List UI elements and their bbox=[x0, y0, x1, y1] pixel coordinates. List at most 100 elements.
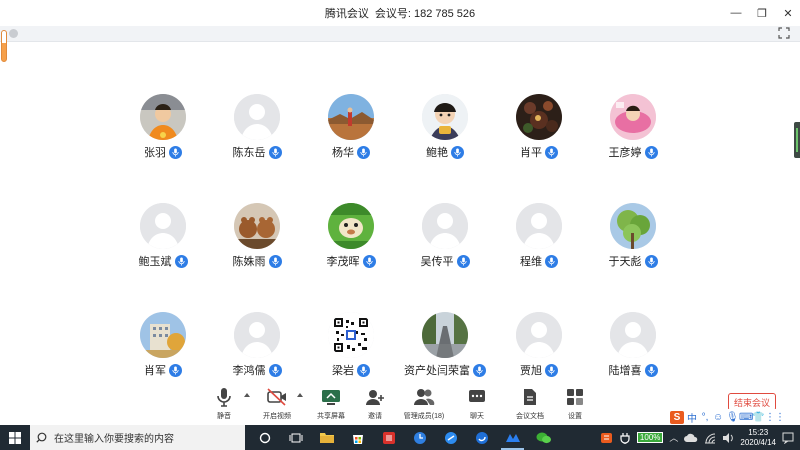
ime-toolbar: S 中 °, ☺ 🎙 ⌨ 👕 ⋮⋮ bbox=[668, 409, 800, 425]
app-name: 腾讯会议 bbox=[324, 8, 369, 20]
participant-tile[interactable]: 陈东岳 bbox=[210, 94, 304, 159]
show-hidden-icons-icon[interactable]: ︿ bbox=[669, 431, 678, 444]
participant-tile[interactable]: 王彦婷 bbox=[586, 94, 680, 159]
tencent-meeting-taskbar-icon[interactable] bbox=[497, 425, 528, 450]
cloud-icon[interactable] bbox=[684, 433, 698, 443]
document-icon bbox=[519, 386, 541, 408]
fullscreen-icon[interactable] bbox=[778, 27, 790, 39]
windows-logo-icon bbox=[9, 431, 21, 444]
chat-icon bbox=[466, 386, 488, 408]
participant-tile[interactable]: 肖平 bbox=[492, 94, 586, 159]
clock-app-icon[interactable] bbox=[404, 425, 435, 450]
speaker-icon[interactable] bbox=[722, 432, 734, 444]
participant-tile[interactable]: 贾旭 bbox=[492, 312, 586, 377]
avatar bbox=[328, 203, 374, 249]
microphone-icon bbox=[268, 363, 282, 377]
manage-members-button[interactable]: 管理成员(18) bbox=[394, 386, 454, 421]
volume-level-indicator bbox=[1, 30, 7, 62]
restore-button[interactable]: ❐ bbox=[756, 7, 768, 20]
network-icon[interactable] bbox=[704, 432, 716, 444]
participant-tile[interactable]: 于天彪 bbox=[586, 203, 680, 268]
chat-button[interactable]: 聊天 bbox=[447, 386, 507, 421]
ime-language[interactable]: 中 bbox=[687, 410, 697, 425]
minimize-button[interactable]: — bbox=[730, 7, 742, 19]
participant-name: 梁岩 bbox=[332, 365, 354, 377]
participant-name: 吴传平 bbox=[420, 256, 454, 268]
avatar bbox=[516, 312, 562, 358]
microphone-icon bbox=[545, 254, 558, 268]
microphone-icon bbox=[644, 254, 658, 268]
toolbox-icon[interactable]: ⋮⋮ bbox=[765, 412, 785, 423]
participant-tile[interactable]: 程维 bbox=[492, 203, 586, 268]
avatar bbox=[140, 312, 186, 358]
participant-name: 陈姝雨 bbox=[232, 256, 266, 268]
participant-tile[interactable]: 陈姝雨 bbox=[210, 203, 304, 268]
start-button[interactable] bbox=[0, 425, 30, 450]
participant-name: 于天彪 bbox=[608, 256, 642, 268]
participant-tile[interactable]: 资产处闫荣富 bbox=[398, 312, 492, 377]
participant-tile[interactable]: 李茂晖 bbox=[304, 203, 398, 268]
task-view-icon[interactable] bbox=[280, 425, 311, 450]
battery-indicator[interactable]: 100% bbox=[636, 432, 664, 443]
participant-tile[interactable]: 张羽 bbox=[116, 94, 210, 159]
search-placeholder: 在这里输入你要搜索的内容 bbox=[54, 434, 174, 445]
avatar bbox=[610, 203, 656, 249]
participant-name: 张羽 bbox=[144, 147, 166, 159]
search-icon bbox=[36, 432, 47, 443]
sub-toolbar bbox=[0, 26, 800, 42]
participant-tile[interactable]: 杨华 bbox=[304, 94, 398, 159]
sogou-icon[interactable]: S bbox=[670, 410, 684, 424]
browser-icon[interactable] bbox=[466, 425, 497, 450]
microphone-icon bbox=[213, 386, 235, 408]
participant-tile[interactable]: 李鸿儒 bbox=[210, 312, 304, 377]
settings-label: 设置 bbox=[568, 413, 582, 420]
members-icon bbox=[413, 386, 435, 408]
participant-tile[interactable]: 梁岩 bbox=[304, 312, 398, 377]
emoji-icon[interactable]: ☺ bbox=[713, 412, 723, 423]
participant-tile[interactable]: 鲍艳 bbox=[398, 94, 492, 159]
participant-name: 肖军 bbox=[144, 365, 166, 377]
keyboard-icon[interactable]: ⌨ bbox=[739, 412, 753, 423]
participant-tile[interactable]: 吴传平 bbox=[398, 203, 492, 268]
punctuation-icon[interactable]: °, bbox=[700, 412, 710, 423]
microphone-icon bbox=[451, 145, 464, 159]
status-dot-icon bbox=[9, 29, 18, 38]
mute-button[interactable]: 静音 bbox=[194, 386, 254, 421]
close-button[interactable]: ✕ bbox=[782, 7, 794, 20]
notification-icon[interactable] bbox=[782, 432, 794, 444]
file-explorer-icon[interactable] bbox=[311, 425, 342, 450]
store-icon[interactable] bbox=[342, 425, 373, 450]
participant-name: 杨华 bbox=[332, 147, 354, 159]
microphone-icon bbox=[473, 363, 486, 377]
windows-taskbar: 在这里输入你要搜索的内容 100% ︿ 15:23 2020/4/14 bbox=[0, 425, 800, 450]
microphone-icon bbox=[545, 145, 558, 159]
cortana-icon[interactable] bbox=[249, 425, 280, 450]
sogou-tray-icon[interactable] bbox=[600, 432, 613, 444]
avatar bbox=[516, 203, 562, 249]
skin-icon[interactable]: 👕 bbox=[752, 412, 764, 423]
video-button[interactable]: 开启视频 bbox=[247, 386, 307, 421]
red-app-icon[interactable] bbox=[373, 425, 404, 450]
avatar bbox=[422, 312, 468, 358]
taskbar-search[interactable]: 在这里输入你要搜索的内容 bbox=[30, 425, 245, 450]
wechat-icon[interactable] bbox=[528, 425, 559, 450]
microphone-icon bbox=[169, 145, 182, 159]
power-plug-icon[interactable] bbox=[619, 432, 631, 444]
participant-tile[interactable]: 陆增喜 bbox=[586, 312, 680, 377]
side-panel-handle[interactable] bbox=[794, 122, 800, 158]
avatar bbox=[610, 312, 656, 358]
system-clock[interactable]: 15:23 2020/4/14 bbox=[740, 428, 776, 448]
settings-button[interactable]: 设置 bbox=[545, 386, 605, 421]
avatar bbox=[234, 94, 280, 140]
microphone-icon bbox=[644, 363, 658, 377]
participant-tile[interactable]: 肖军 bbox=[116, 312, 210, 377]
meeting-label: 会议号: bbox=[374, 8, 411, 20]
participant-tile[interactable]: 鲍玉斌 bbox=[116, 203, 210, 268]
microphone-icon bbox=[545, 363, 558, 377]
avatar bbox=[422, 203, 468, 249]
meeting-id: 182 785 526 bbox=[413, 8, 476, 20]
participant-name: 李茂晖 bbox=[326, 256, 360, 268]
feishu-icon[interactable] bbox=[435, 425, 466, 450]
microphone-icon bbox=[456, 254, 470, 268]
voice-input-icon[interactable]: 🎙 bbox=[726, 412, 739, 423]
